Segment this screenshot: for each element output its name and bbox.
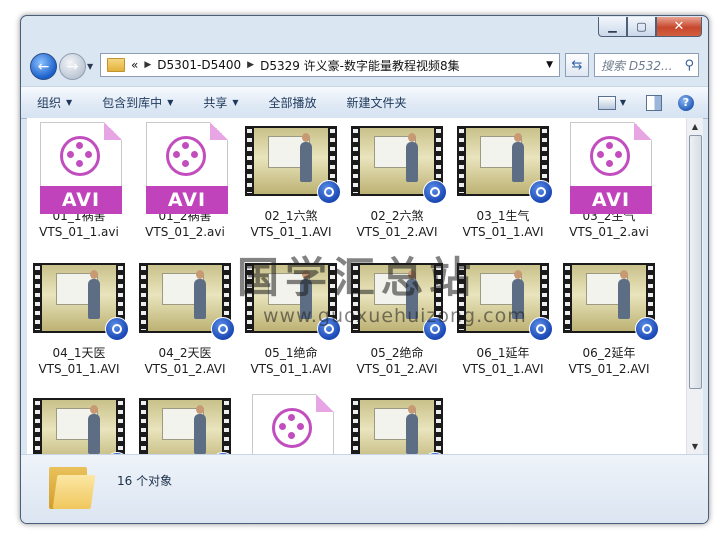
avi-badge: AVI xyxy=(40,186,122,214)
scroll-thumb[interactable] xyxy=(689,135,702,389)
folder-icon xyxy=(49,467,96,509)
details-pane: 16 个对象 xyxy=(21,454,708,523)
back-arrow-icon: ← xyxy=(37,58,50,75)
close-button[interactable]: ✕ xyxy=(656,17,702,37)
play-all-label: 全部播放 xyxy=(268,96,317,110)
film-reel-icon xyxy=(166,136,206,176)
file-item[interactable] xyxy=(347,394,447,454)
toolbar-right: ▼ ? xyxy=(597,87,708,118)
avi-file-icon: AVI xyxy=(146,122,228,214)
file-item[interactable]: AVI 03_2生气 VTS_01_2.avi xyxy=(559,122,659,240)
file-item[interactable]: AVI 01_1祸害 VTS_01_1.avi xyxy=(29,122,129,240)
file-name: 05_2绝命 VTS_01_2.AVI xyxy=(356,346,438,376)
file-list: AVI 01_1祸害 VTS_01_1.avi AVI 01_2祸害 VTS_01_2.a… xyxy=(27,118,703,454)
search-icon[interactable]: ⚲ xyxy=(684,58,694,73)
media-player-icon xyxy=(529,180,553,204)
chevron-down-icon: ▼ xyxy=(232,98,239,107)
organize-menu[interactable]: 组织 ▼ xyxy=(37,94,72,111)
chevron-down-icon: ▼ xyxy=(66,98,73,107)
scroll-up-icon[interactable]: ▲ xyxy=(687,118,703,134)
file-name: 03_1生气 VTS_01_1.AVI xyxy=(462,209,544,239)
media-player-icon xyxy=(529,317,553,341)
maximize-button[interactable]: ▢ xyxy=(627,17,656,37)
navigation-bar: ← → ▼ « ▶ D5301-D5400 ▶ D5329 许义豪-数字能量教程… xyxy=(21,48,708,82)
file-name: 04_1天医 VTS_01_1.AVI xyxy=(38,346,120,376)
file-item[interactable] xyxy=(135,394,235,454)
video-thumbnail xyxy=(139,398,231,454)
include-in-library-label: 包含到库中 xyxy=(102,96,163,110)
file-name: 02_1六煞 VTS_01_1.AVI xyxy=(250,209,332,239)
address-dropdown-icon[interactable]: ▼ xyxy=(546,60,553,70)
media-player-icon xyxy=(317,180,341,204)
new-folder-button[interactable]: 新建文件夹 xyxy=(347,94,407,111)
search-placeholder: 搜索 D532... xyxy=(601,58,673,73)
media-player-icon xyxy=(105,317,129,341)
film-reel-icon xyxy=(590,136,630,176)
breadcrumb-overflow[interactable]: « xyxy=(131,58,138,72)
file-item[interactable]: 02_2六煞 VTS_01_2.AVI xyxy=(347,122,447,240)
file-item[interactable]: AVI xyxy=(241,394,341,454)
recent-pages-dropdown-icon[interactable]: ▼ xyxy=(87,62,93,71)
breadcrumb-separator-icon[interactable]: ▶ xyxy=(144,60,151,70)
file-name: 06_1延年 VTS_01_1.AVI xyxy=(462,346,544,376)
avi-file-icon: AVI xyxy=(40,122,122,214)
file-item[interactable]: 04_1天医 VTS_01_1.AVI xyxy=(29,259,129,377)
play-all-button[interactable]: 全部播放 xyxy=(269,94,317,111)
file-item[interactable]: 02_1六煞 VTS_01_1.AVI xyxy=(241,122,341,240)
file-name: 06_2延年 VTS_01_2.AVI xyxy=(568,346,650,376)
new-folder-label: 新建文件夹 xyxy=(346,96,407,110)
film-reel-icon xyxy=(60,136,100,176)
refresh-button[interactable]: ⇆ xyxy=(565,53,589,77)
help-icon[interactable]: ? xyxy=(678,94,694,111)
minimize-button[interactable]: ▁ xyxy=(598,17,627,37)
avi-badge: AVI xyxy=(570,186,652,214)
refresh-icon: ⇆ xyxy=(571,57,583,73)
film-reel-icon xyxy=(272,408,312,448)
back-button[interactable]: ← xyxy=(30,53,57,80)
chevron-down-icon: ▼ xyxy=(167,98,174,107)
file-name: 05_1绝命 VTS_01_1.AVI xyxy=(250,346,332,376)
breadcrumb-current[interactable]: D5329 许义豪-数字能量教程视频8集 xyxy=(260,57,460,74)
include-in-library-menu[interactable]: 包含到库中 ▼ xyxy=(102,94,173,111)
file-name: 02_2六煞 VTS_01_2.AVI xyxy=(356,209,438,239)
file-item[interactable]: AVI 01_2祸害 VTS_01_2.avi xyxy=(135,122,235,240)
organize-label: 组织 xyxy=(37,96,62,110)
video-thumbnail xyxy=(351,398,443,454)
file-name: 04_2天医 VTS_01_2.AVI xyxy=(144,346,226,376)
avi-file-icon: AVI xyxy=(252,394,334,454)
file-item[interactable]: 06_2延年 VTS_01_2.AVI xyxy=(559,259,659,377)
explorer-window: ▁ ▢ ✕ ← → ▼ « ▶ D5301-D5400 ▶ D5329 许义豪-… xyxy=(20,15,709,524)
media-player-icon xyxy=(211,317,235,341)
change-view-icon[interactable] xyxy=(597,95,616,110)
watermark-text: 国学汇总站 xyxy=(237,253,478,302)
media-player-icon xyxy=(635,317,659,341)
video-thumbnail xyxy=(33,398,125,454)
scroll-down-icon[interactable]: ▼ xyxy=(687,438,703,454)
vertical-scrollbar[interactable]: ▲ ▼ xyxy=(686,118,703,454)
breadcrumb-separator-icon[interactable]: ▶ xyxy=(247,60,254,70)
folder-icon xyxy=(107,58,125,72)
file-item[interactable] xyxy=(29,394,129,454)
file-item[interactable]: 03_1生气 VTS_01_1.AVI xyxy=(453,122,553,240)
avi-file-icon: AVI xyxy=(570,122,652,214)
share-label: 共享 xyxy=(203,96,228,110)
media-player-icon xyxy=(423,180,447,204)
avi-badge: AVI xyxy=(146,186,228,214)
forward-arrow-icon: → xyxy=(66,58,79,75)
forward-button[interactable]: → xyxy=(59,53,86,80)
caption-buttons: ▁ ▢ ✕ xyxy=(598,17,702,37)
search-input[interactable]: 搜索 D532... ⚲ xyxy=(594,53,699,77)
file-item[interactable]: 04_2天医 VTS_01_2.AVI xyxy=(135,259,235,377)
command-bar: 组织 ▼ 包含到库中 ▼ 共享 ▼ 全部播放 新建文件夹 ▼ ? xyxy=(21,86,708,119)
share-menu[interactable]: 共享 ▼ xyxy=(203,94,238,111)
address-bar[interactable]: « ▶ D5301-D5400 ▶ D5329 许义豪-数字能量教程视频8集 ▼ xyxy=(100,53,560,77)
item-count: 16 个对象 xyxy=(117,474,173,488)
preview-pane-icon[interactable] xyxy=(646,94,662,111)
view-options-chevron-icon[interactable]: ▼ xyxy=(620,98,626,107)
breadcrumb-parent[interactable]: D5301-D5400 xyxy=(157,58,241,72)
watermark-url: www.guoxuehuizong.com xyxy=(263,305,527,327)
